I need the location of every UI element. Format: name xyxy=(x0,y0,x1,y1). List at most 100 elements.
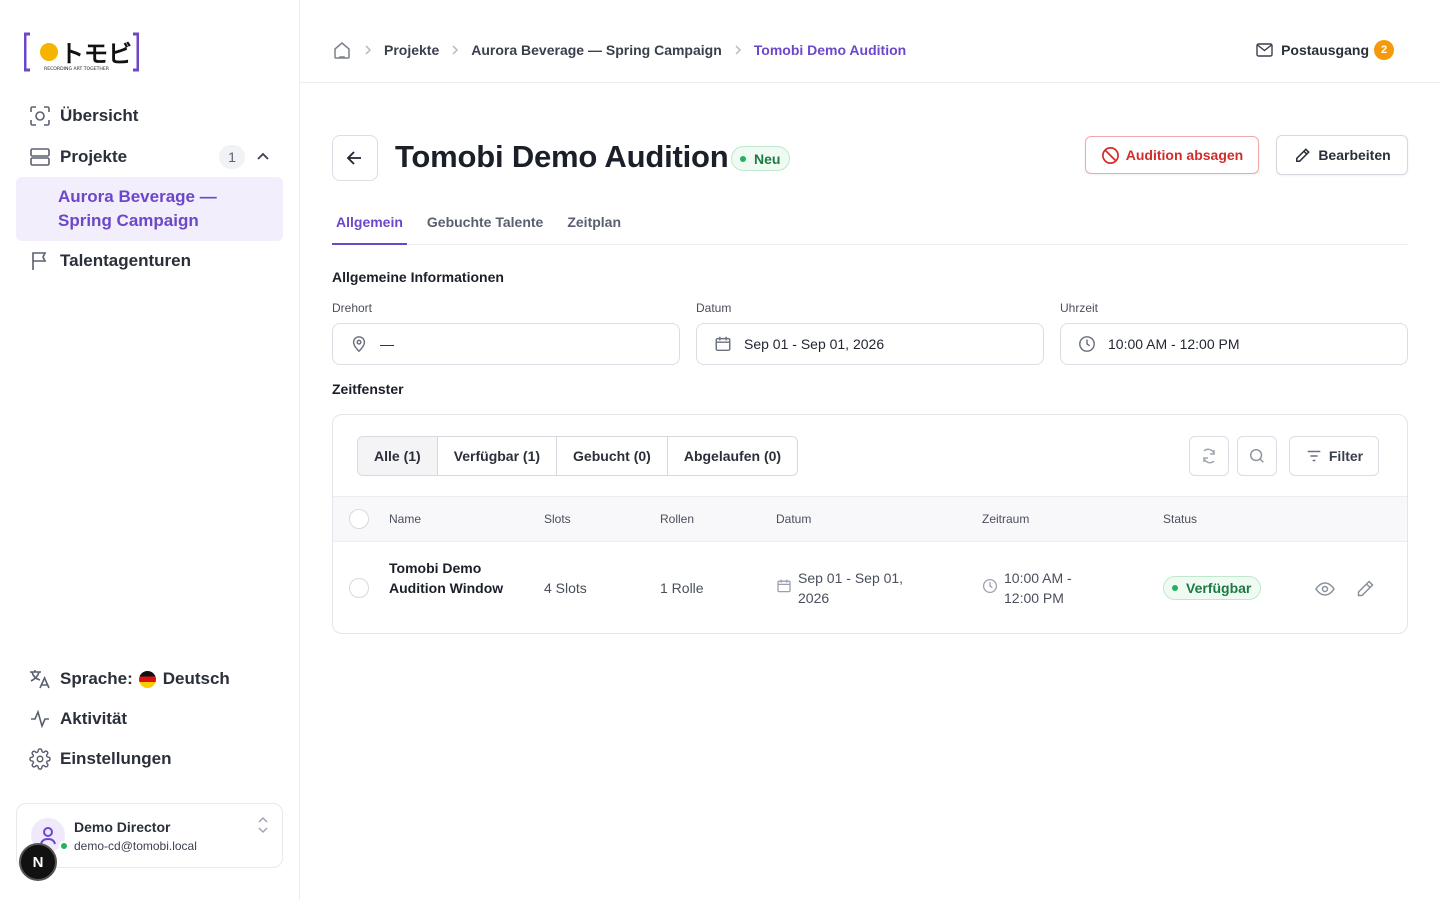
nav-subitem-project[interactable]: Aurora Beverage — Spring Campaign xyxy=(16,177,283,241)
edit-label: Bearbeiten xyxy=(1318,147,1391,163)
date-field: Sep 01 - Sep 01, 2026 xyxy=(696,323,1044,365)
cancel-audition-label: Audition absagen xyxy=(1125,147,1244,163)
column-roles[interactable]: Rollen xyxy=(660,512,694,526)
segment-expired[interactable]: Abgelaufen (0) xyxy=(668,437,797,475)
language-switcher[interactable]: Sprache: Deutsch xyxy=(16,659,283,699)
breadcrumb-campaign[interactable]: Aurora Beverage — Spring Campaign xyxy=(471,42,722,58)
time-windows-section-title: Zeitfenster xyxy=(332,381,404,397)
outbox-button[interactable]: Postausgang 2 xyxy=(1256,40,1394,60)
breadcrumb-projects[interactable]: Projekte xyxy=(384,42,439,58)
sidebar: トモビ RECORDING ART TOGETHER Übersicht Pro… xyxy=(0,0,300,900)
view-row-button[interactable] xyxy=(1314,578,1336,600)
edit-button[interactable]: Bearbeiten xyxy=(1276,135,1408,175)
edit-row-button[interactable] xyxy=(1354,578,1376,600)
segment-available[interactable]: Verfügbar (1) xyxy=(438,437,558,475)
nav-item-projects[interactable]: Projekte 1 xyxy=(16,137,283,177)
status-badge-available: Verfügbar xyxy=(1163,576,1262,600)
column-name[interactable]: Name xyxy=(389,512,421,526)
gear-icon xyxy=(28,747,52,771)
select-all-checkbox[interactable] xyxy=(349,509,369,529)
online-status-dot xyxy=(59,841,69,851)
column-slots[interactable]: Slots xyxy=(544,512,571,526)
language-label: Sprache: xyxy=(60,669,133,688)
activity-icon xyxy=(28,707,52,731)
location-field: — xyxy=(332,323,680,365)
eye-icon xyxy=(1315,582,1335,596)
main-nav: Übersicht Projekte 1 Aurora Beverage — S… xyxy=(16,96,283,281)
chevrons-up-down-icon xyxy=(256,816,270,834)
table-header: Name Slots Rollen Datum Zeitraum Status xyxy=(333,496,1407,542)
row-checkbox[interactable] xyxy=(349,578,369,598)
status-badge: Neu xyxy=(731,146,791,171)
column-status[interactable]: Status xyxy=(1163,512,1197,526)
nav-item-talent-agencies[interactable]: Talentagenturen xyxy=(16,241,283,281)
tab-general[interactable]: Allgemein xyxy=(332,211,407,245)
arrow-left-icon xyxy=(345,148,365,168)
home-icon[interactable] xyxy=(332,40,352,60)
date-label: Datum xyxy=(696,301,732,315)
sidebar-bottom-nav: Sprache: Deutsch Aktivität Einstellungen xyxy=(16,659,283,779)
calendar-icon xyxy=(776,578,792,594)
column-date[interactable]: Datum xyxy=(776,512,811,526)
row-slots: 4 Slots xyxy=(544,580,587,596)
row-date: Sep 01 - Sep 01, 2026 xyxy=(798,570,904,606)
chevron-right-icon xyxy=(360,42,376,58)
filter-icon xyxy=(1305,447,1329,465)
search-icon xyxy=(1248,447,1266,465)
time-field: 10:00 AM - 12:00 PM xyxy=(1060,323,1408,365)
outbox-label: Postausgang xyxy=(1281,42,1369,58)
row-date-cell: Sep 01 - Sep 01, 2026 xyxy=(776,568,926,608)
chevron-up-icon[interactable] xyxy=(255,149,271,165)
row-roles: 1 Rolle xyxy=(660,580,704,596)
projects-icon xyxy=(28,145,52,169)
filter-label: Filter xyxy=(1328,448,1364,464)
breadcrumb-current: Tomobi Demo Audition xyxy=(753,42,907,58)
german-flag-icon xyxy=(138,670,156,688)
app-logo[interactable]: トモビ RECORDING ART TOGETHER xyxy=(23,32,140,72)
projects-count-badge: 1 xyxy=(219,145,245,169)
user-name: Demo Director xyxy=(74,819,171,835)
back-button[interactable] xyxy=(332,135,378,181)
time-label: Uhrzeit xyxy=(1060,301,1099,315)
status-dot xyxy=(1172,585,1178,591)
refresh-button[interactable] xyxy=(1189,436,1229,476)
nav-label-activity: Aktivität xyxy=(60,709,128,728)
outbox-count-badge: 2 xyxy=(1374,40,1394,60)
breadcrumb: Projekte Aurora Beverage — Spring Campai… xyxy=(332,40,906,60)
cancel-audition-button[interactable]: Audition absagen xyxy=(1085,136,1259,174)
column-time-range[interactable]: Zeitraum xyxy=(982,512,1029,526)
date-value: Sep 01 - Sep 01, 2026 xyxy=(744,336,885,352)
tabs: Allgemein Gebuchte Talente Zeitplan xyxy=(332,211,1408,245)
nav-item-overview[interactable]: Übersicht xyxy=(16,96,283,136)
table-row[interactable]: Tomobi Demo Audition Window 4 Slots 1 Ro… xyxy=(333,542,1407,633)
general-section-title: Allgemeine Informationen xyxy=(332,269,504,285)
nav-label-projects: Projekte xyxy=(60,147,128,166)
filter-button[interactable]: Filter xyxy=(1289,436,1379,476)
segment-booked[interactable]: Gebucht (0) xyxy=(557,437,668,475)
time-windows-card: Alle (1) Verfügbar (1) Gebucht (0) Abgel… xyxy=(332,414,1408,634)
status-filter-segments: Alle (1) Verfügbar (1) Gebucht (0) Abgel… xyxy=(357,436,799,476)
language-value: Deutsch xyxy=(162,669,230,688)
page-title: Tomobi Demo Audition xyxy=(395,139,729,174)
status-text: Neu xyxy=(754,150,781,167)
nav-item-activity[interactable]: Aktivität xyxy=(16,699,283,739)
chevron-right-icon xyxy=(447,42,463,58)
search-button[interactable] xyxy=(1237,436,1277,476)
chevron-right-icon xyxy=(730,42,746,58)
dev-tools-badge[interactable]: N xyxy=(19,843,57,881)
tab-schedule[interactable]: Zeitplan xyxy=(563,211,625,245)
overview-icon xyxy=(28,104,52,128)
topbar: Projekte Aurora Beverage — Spring Campai… xyxy=(300,0,1440,83)
segment-all[interactable]: Alle (1) xyxy=(358,437,438,475)
row-time-cell: 10:00 AM - 12:00 PM xyxy=(982,568,1102,608)
clock-icon xyxy=(1077,334,1097,354)
nav-item-settings[interactable]: Einstellungen xyxy=(16,739,283,779)
location-label: Drehort xyxy=(332,301,373,315)
calendar-icon xyxy=(713,334,733,354)
clock-icon xyxy=(982,578,998,594)
tab-booked-talents[interactable]: Gebuchte Talente xyxy=(423,211,547,245)
pencil-icon xyxy=(1357,580,1374,597)
map-pin-icon xyxy=(349,334,369,354)
user-email: demo-cd@tomobi.local xyxy=(74,839,197,853)
svg-text:トモビ: トモビ xyxy=(60,40,132,68)
